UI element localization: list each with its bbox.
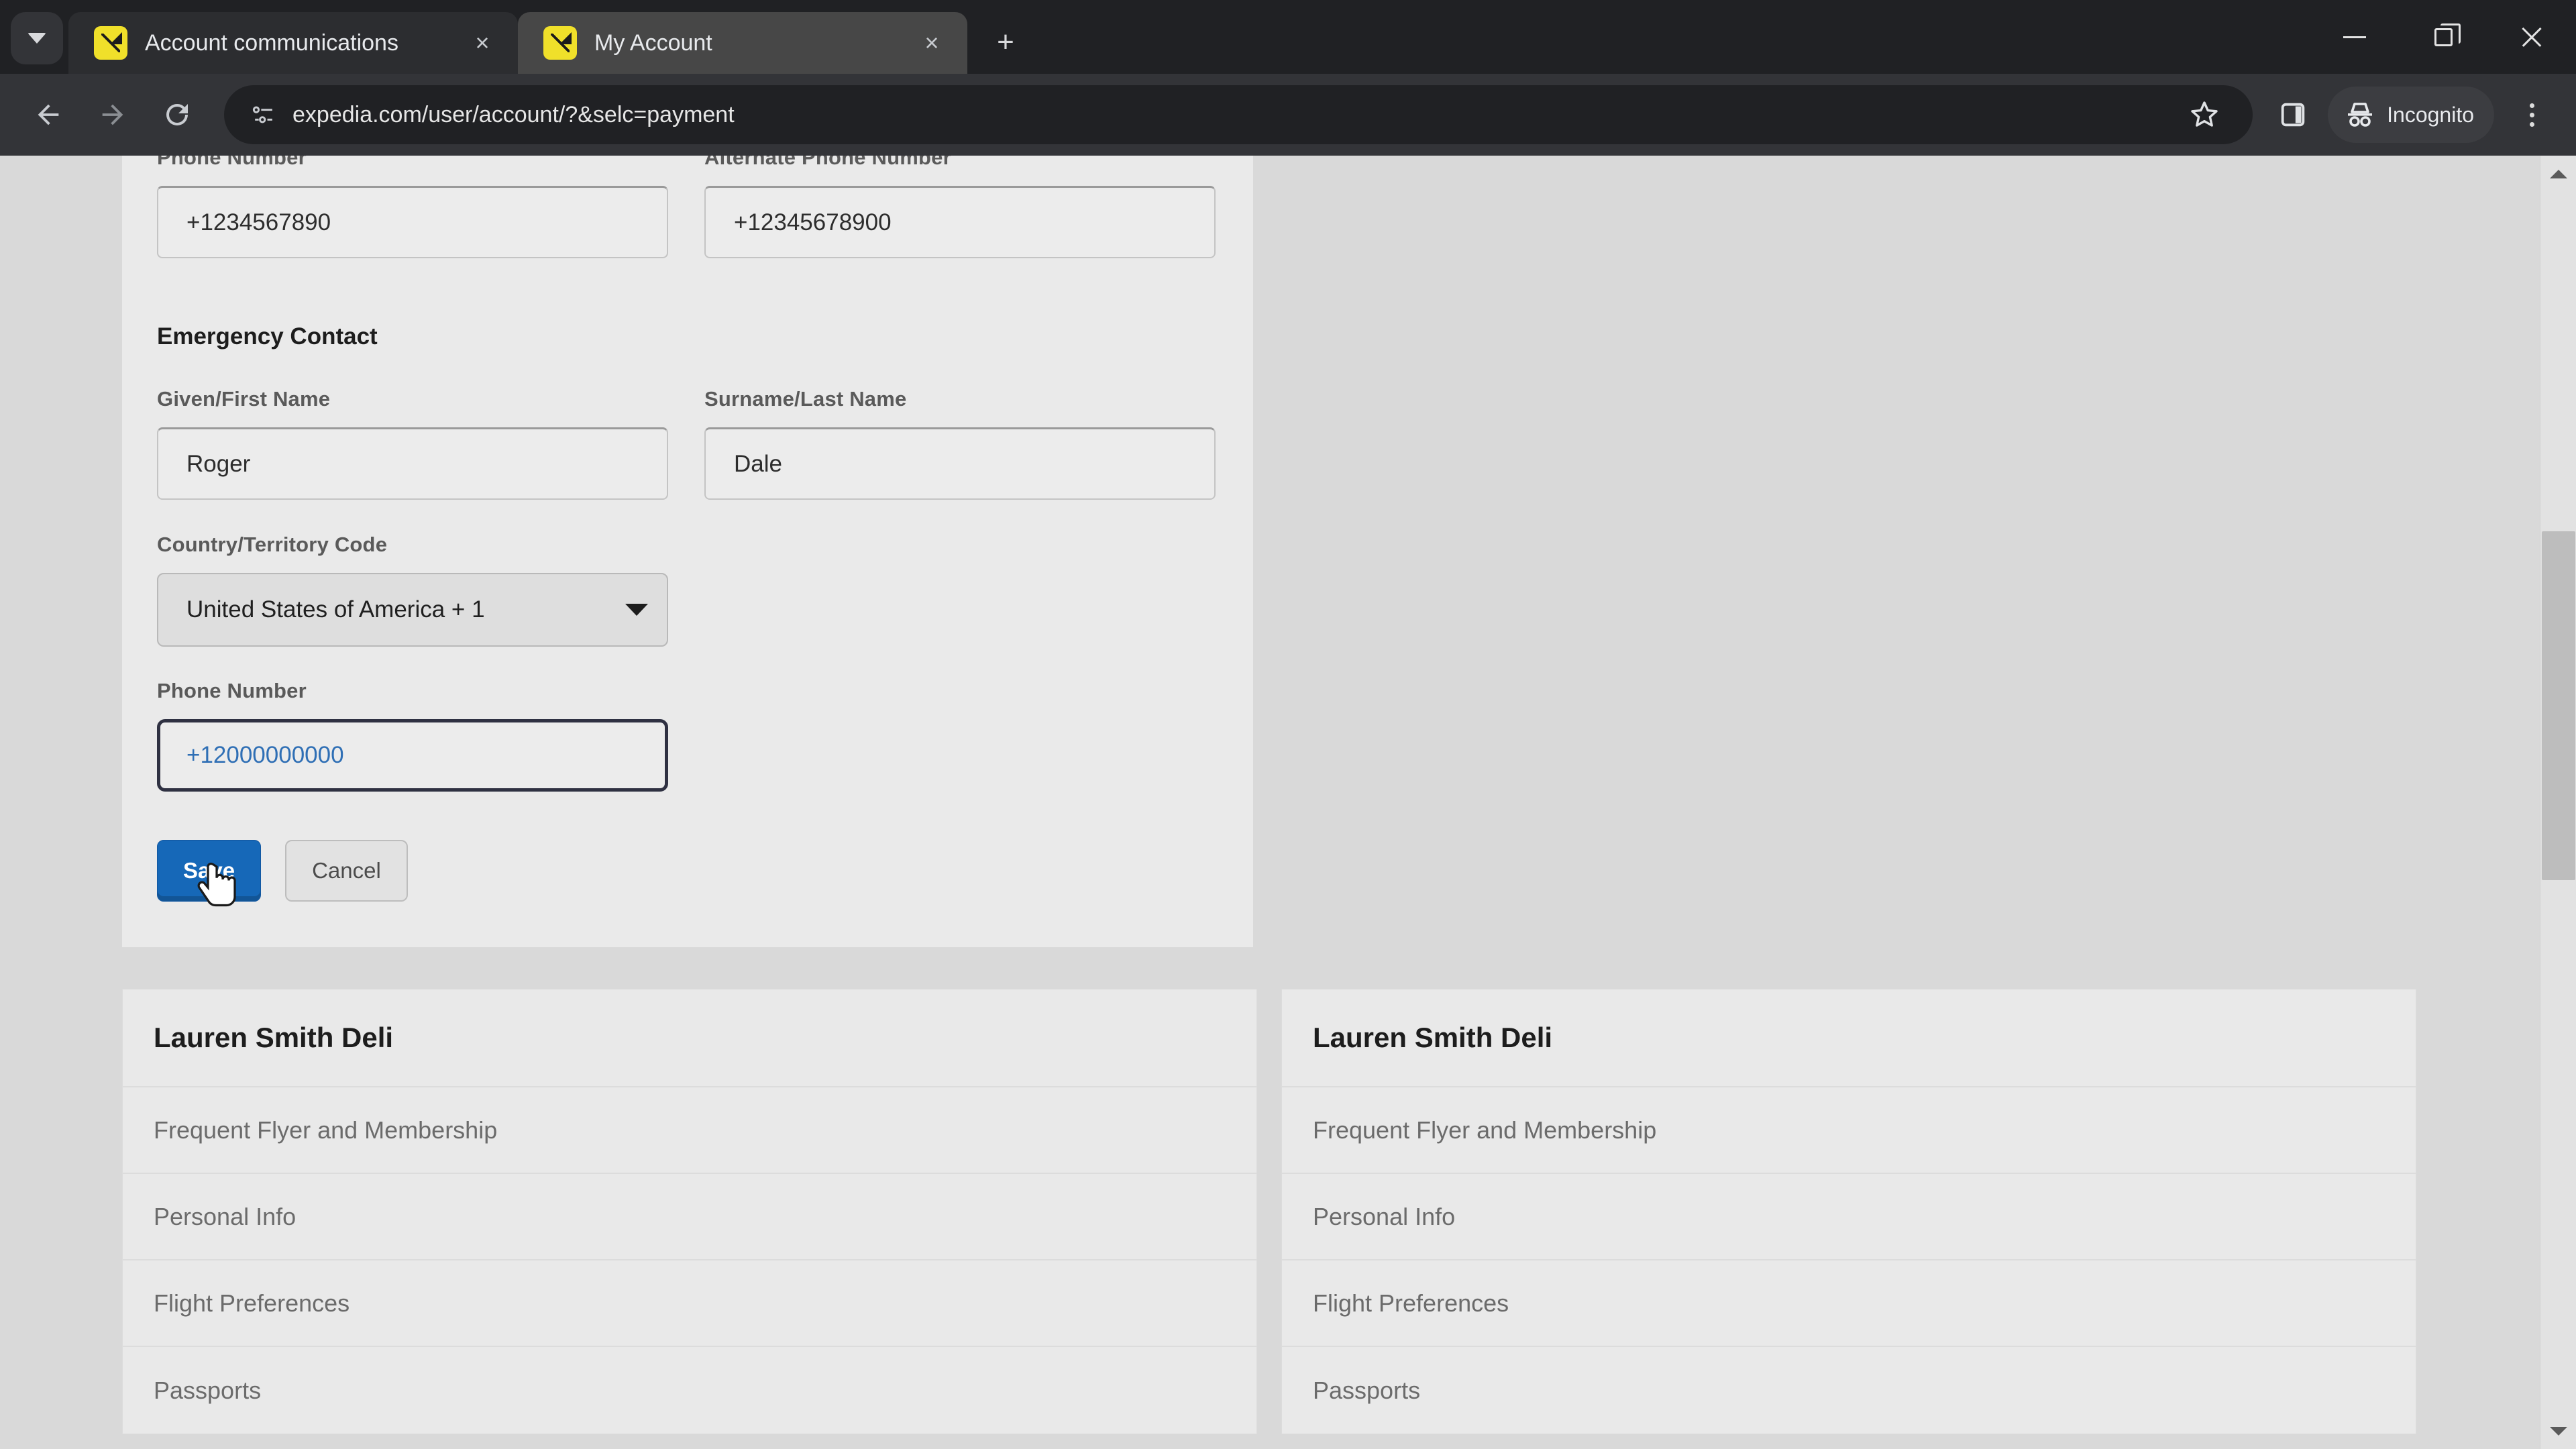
list-item-frequent-flyer[interactable]: Frequent Flyer and Membership [1282,1087,2416,1174]
close-icon [2519,24,2544,50]
forward-arrow-icon [102,104,123,125]
emergency-contact-heading: Emergency Contact [157,323,378,350]
cancel-button[interactable]: Cancel [285,840,408,902]
tab-search-button[interactable] [11,12,63,64]
browser-tab-account-communications[interactable]: Account communications × [68,12,518,74]
chevron-down-icon [625,604,648,616]
list-item-passports[interactable]: Passports [1282,1347,2416,1434]
address-bar[interactable]: expedia.com/user/account/?&selc=payment [224,85,2253,144]
tab-close-button[interactable]: × [464,25,500,61]
close-window-button[interactable] [2487,0,2576,74]
list-item-personal-info[interactable]: Personal Info [1282,1174,2416,1260]
browser-toolbar: expedia.com/user/account/?&selc=payment [0,74,2576,156]
list-item-frequent-flyer[interactable]: Frequent Flyer and Membership [123,1087,1256,1174]
expedia-favicon-icon [543,26,577,60]
country-code-field-group: Country/Territory Code United States of … [157,533,668,647]
incognito-indicator[interactable]: Incognito [2328,87,2494,143]
alternate-phone-input[interactable]: +12345678900 [704,186,1216,258]
country-code-select[interactable]: United States of America + 1 [157,573,668,647]
bookmark-star-button[interactable] [2176,87,2233,143]
tab-strip: Account communications × My Account × + [0,0,2576,74]
browser-menu-button[interactable] [2504,78,2560,152]
site-settings-icon[interactable] [244,100,283,129]
new-tab-button[interactable]: + [982,19,1029,66]
plus-icon: + [997,25,1014,58]
window-controls [2310,0,2576,74]
kebab-menu-icon [2529,103,2534,108]
page-content: Phone Number +1234567890 Alternate Phone… [0,156,2540,1449]
page-scrollbar[interactable] [2540,156,2576,1449]
phone-number-input[interactable]: +1234567890 [157,186,668,258]
side-panel-button[interactable] [2265,87,2321,143]
close-icon: × [475,29,490,56]
forward-button[interactable] [80,83,145,147]
maximize-icon [2434,23,2461,46]
page-viewport: Phone Number +1234567890 Alternate Phone… [0,156,2576,1449]
save-button[interactable]: Save [157,840,262,902]
minimize-icon [2343,36,2366,38]
emergency-phone-value: +12000000000 [186,742,344,768]
alternate-phone-value: +12345678900 [734,209,892,235]
phone-number-label: Phone Number [157,156,307,169]
alternate-phone-label: Alternate Phone Number [704,156,951,169]
last-name-label: Surname/Last Name [704,387,907,411]
url-text: expedia.com/user/account/?&selc=payment [292,101,735,127]
tab-title: Account communications [145,30,398,56]
contact-form-card: Phone Number +1234567890 Alternate Phone… [122,156,1253,947]
account-card-left: Lauren Smith Deli Frequent Flyer and Mem… [122,989,1257,1434]
list-item-personal-info[interactable]: Personal Info [123,1174,1256,1260]
browser-tab-my-account[interactable]: My Account × [518,12,967,74]
list-item-flight-preferences[interactable]: Flight Preferences [1282,1260,2416,1347]
card-title: Lauren Smith Deli [1282,989,2416,1087]
alternate-phone-field-group: Alternate Phone Number +12345678900 [704,156,1216,258]
list-item-passports[interactable]: Passports [123,1347,1256,1434]
star-icon [2191,101,2218,127]
country-code-value: United States of America + 1 [186,596,485,623]
card-title: Lauren Smith Deli [123,989,1256,1087]
account-card-right: Lauren Smith Deli Frequent Flyer and Mem… [1281,989,2416,1434]
expedia-favicon-icon [94,26,127,60]
account-sections: Lauren Smith Deli Frequent Flyer and Mem… [122,989,2416,1434]
kebab-menu-icon [2529,121,2534,127]
first-name-field-group: Given/First Name Roger [157,387,668,500]
phone-number-value: +1234567890 [186,209,331,235]
last-name-field-group: Surname/Last Name Dale [704,387,1216,500]
back-button[interactable] [16,83,80,147]
tab-title: My Account [594,30,712,56]
emergency-phone-label: Phone Number [157,679,307,702]
kebab-menu-icon [2529,112,2534,117]
minimize-button[interactable] [2310,0,2399,74]
address-bar-actions [2176,87,2233,143]
last-name-value: Dale [734,450,782,477]
close-icon: × [924,29,939,56]
first-name-value: Roger [186,450,251,477]
phone-number-field-group: Phone Number +1234567890 [157,156,668,258]
side-panel-icon [2281,103,2305,127]
incognito-label: Incognito [2387,102,2474,127]
reload-icon [166,104,188,125]
scroll-up-arrow-icon [2550,169,2567,178]
incognito-icon [2348,103,2373,127]
last-name-input[interactable]: Dale [704,427,1216,500]
scrollbar-thumb[interactable] [2542,531,2575,880]
scroll-down-arrow-icon [2550,1426,2567,1436]
first-name-input[interactable]: Roger [157,427,668,500]
form-actions: Save Cancel [157,840,408,902]
country-code-label: Country/Territory Code [157,533,388,556]
scroll-up-button[interactable] [2540,156,2576,192]
reload-button[interactable] [145,83,209,147]
emergency-phone-input[interactable]: +12000000000 [157,719,668,792]
chevron-down-icon [28,33,46,44]
list-item-flight-preferences[interactable]: Flight Preferences [123,1260,1256,1347]
scroll-down-button[interactable] [2540,1413,2576,1449]
emergency-phone-field-group: Phone Number +12000000000 [157,679,668,792]
browser-window: Account communications × My Account × + [0,0,2576,1449]
maximize-button[interactable] [2399,0,2487,74]
first-name-label: Given/First Name [157,387,331,411]
tab-close-button[interactable]: × [914,25,950,61]
back-arrow-icon [38,104,59,125]
